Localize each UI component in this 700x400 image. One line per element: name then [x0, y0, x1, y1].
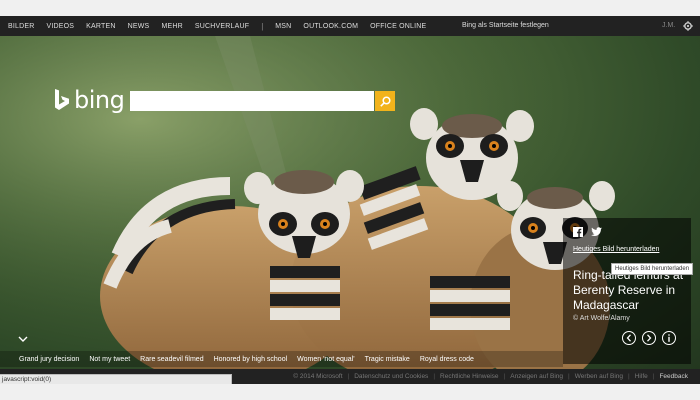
nav-suchverlauf[interactable]: SUCHVERLAUF: [195, 23, 249, 30]
footer-privacy-link[interactable]: Datenschutz und Cookies: [354, 373, 428, 380]
footer-ads-link[interactable]: Anzeigen auf Bing: [510, 373, 563, 380]
footer-links: © 2014 Microsoft | Datenschutz und Cooki…: [293, 369, 688, 384]
nav-bilder[interactable]: BILDER: [8, 23, 35, 30]
bing-logo[interactable]: bing: [54, 86, 125, 114]
footer-advertise-link[interactable]: Werben auf Bing: [575, 373, 623, 380]
nav-videos[interactable]: VIDEOS: [47, 23, 75, 30]
nav-msn[interactable]: MSN: [275, 23, 291, 30]
footer-legal-link[interactable]: Rechtliche Hinweise: [440, 373, 499, 380]
browser-page: BILDER VIDEOS KARTEN NEWS MEHR SUCHVERLA…: [0, 0, 700, 400]
nav-office-online[interactable]: OFFICE ONLINE: [370, 23, 426, 30]
footer-feedback-link[interactable]: Feedback: [659, 373, 688, 380]
footer-copyright: © 2014 Microsoft: [293, 373, 343, 380]
top-navigation-bar: BILDER VIDEOS KARTEN NEWS MEHR SUCHVERLA…: [0, 16, 700, 36]
gear-icon[interactable]: [683, 21, 693, 31]
footer-separator: |: [568, 373, 570, 380]
browser-status-bar: javascript:void(0): [0, 374, 232, 384]
nav-separator: |: [261, 21, 264, 31]
info-icon: [668, 334, 670, 342]
search-input[interactable]: [130, 91, 374, 111]
bing-logo-text: bing: [74, 86, 125, 114]
news-item[interactable]: Rare seadevil filmed: [140, 356, 203, 363]
footer-separator: |: [652, 373, 655, 380]
download-tooltip: Heutiges Bild herunterladen: [611, 263, 694, 275]
footer-separator: |: [347, 373, 350, 380]
news-item[interactable]: Royal dress code: [420, 356, 474, 363]
chevron-left-icon: [626, 334, 631, 342]
twitter-icon[interactable]: [591, 227, 602, 237]
news-item[interactable]: Tragic mistake: [365, 356, 410, 363]
previous-image-button[interactable]: [622, 331, 636, 345]
footer-separator: |: [503, 373, 506, 380]
set-homepage-link[interactable]: Bing als Startseite festlegen: [462, 16, 549, 36]
facebook-icon[interactable]: [573, 227, 583, 237]
news-item[interactable]: Grand jury decision: [19, 356, 79, 363]
footer-separator: |: [628, 373, 630, 380]
nav-karten[interactable]: KARTEN: [86, 23, 115, 30]
news-bar: Grand jury decision Not my tweet Rare se…: [0, 351, 563, 367]
footer-separator: |: [433, 373, 436, 380]
image-info-button[interactable]: [662, 331, 676, 345]
nav-news[interactable]: NEWS: [128, 23, 150, 30]
user-name[interactable]: J.M.: [662, 16, 675, 36]
search-icon: [379, 95, 391, 107]
next-image-button[interactable]: [642, 331, 656, 345]
footer-help-link[interactable]: Hilfe: [635, 373, 648, 380]
nav-outlook[interactable]: OUTLOOK.COM: [303, 23, 358, 30]
chevron-down-icon[interactable]: [17, 335, 29, 343]
image-credit: © Art Wolfe/Alamy: [573, 315, 630, 322]
bing-logo-icon: [55, 89, 69, 110]
news-item[interactable]: Not my tweet: [89, 356, 130, 363]
news-item[interactable]: Honored by high school: [214, 356, 288, 363]
nav-mehr[interactable]: MEHR: [161, 23, 182, 30]
search-button[interactable]: [375, 91, 395, 111]
nav-links: BILDER VIDEOS KARTEN NEWS MEHR SUCHVERLA…: [0, 16, 438, 36]
chevron-right-icon: [647, 334, 652, 342]
news-item[interactable]: Women 'not equal': [297, 356, 354, 363]
download-image-link[interactable]: Heutiges Bild herunterladen: [573, 246, 659, 253]
